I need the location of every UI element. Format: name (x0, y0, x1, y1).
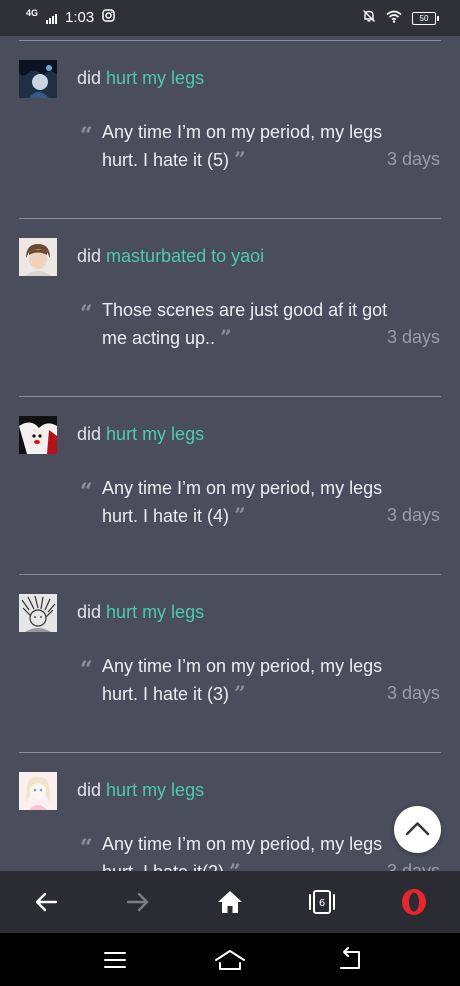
timestamp: 3 days (386, 149, 440, 169)
browser-bottom-bar: 6 (0, 871, 460, 933)
opera-logo-icon (402, 889, 426, 915)
activity-verb: did (77, 424, 102, 444)
activity-verb: did (77, 68, 102, 88)
quote-text: Any time I’m on my period, my legs hurt.… (102, 834, 383, 871)
activity-item: did hurt my legs “ Any time I’m on my pe… (0, 575, 460, 753)
quote-close-icon: ” (229, 859, 241, 871)
activity-link[interactable]: hurt my legs (106, 68, 204, 88)
activity-verb: did (77, 780, 102, 800)
quote-open-icon: “ (80, 835, 93, 861)
activity-item: did masturbated to yaoi “ Those scenes a… (0, 219, 460, 397)
opera-menu-button[interactable] (396, 884, 432, 920)
signal-icon (46, 12, 58, 24)
avatar[interactable] (19, 60, 57, 98)
timestamp: 3 days (386, 505, 440, 525)
quote-text: Those scenes are just good af it got me … (102, 300, 388, 348)
system-home-button[interactable] (212, 942, 248, 978)
quote-open-icon: “ (80, 479, 93, 505)
timestamp: 3 days (386, 683, 440, 703)
activity-title: did masturbated to yaoi (77, 246, 264, 267)
tab-count: 6 (319, 898, 325, 909)
back-button[interactable] (28, 884, 64, 920)
avatar[interactable] (19, 772, 57, 810)
home-outline-icon (215, 950, 245, 970)
activity-title: did hurt my legs (77, 424, 204, 445)
quote-close-icon: ” (234, 147, 246, 171)
activity-item: did hurt my legs “ Any time I’m on my pe… (0, 41, 460, 219)
tabs-button[interactable]: 6 (304, 884, 340, 920)
quote-text-wrap: Any time I’m on my period, my legs hurt.… (102, 119, 392, 174)
activity-verb: did (77, 602, 102, 622)
scroll-to-top-button[interactable] (394, 806, 441, 853)
tabs-icon: 6 (309, 890, 335, 914)
timestamp: 3 days (386, 327, 440, 347)
activity-title: did hurt my legs (77, 602, 204, 623)
activity-title: did hurt my legs (77, 68, 204, 89)
timestamp: 3 days (386, 861, 440, 871)
activity-link[interactable]: hurt my legs (106, 424, 204, 444)
quote-text-wrap: Any time I’m on my period, my legs hurt.… (102, 475, 392, 530)
battery-icon: 50 (412, 11, 439, 25)
home-icon (218, 891, 242, 913)
menu-icon (104, 952, 126, 968)
status-bar: 4G 1:03 50 (0, 0, 460, 36)
forward-arrow-icon (126, 892, 149, 912)
activity-link[interactable]: hurt my legs (106, 780, 204, 800)
quote-close-icon: ” (234, 681, 246, 705)
quote-text-wrap: Any time I’m on my period, my legs hurt.… (102, 653, 392, 708)
activity-feed[interactable]: did hurt my legs “ Any time I’m on my pe… (0, 36, 460, 871)
chevron-up-icon (405, 822, 430, 836)
avatar[interactable] (19, 594, 57, 632)
activity-title: did hurt my legs (77, 780, 204, 801)
avatar[interactable] (19, 238, 57, 276)
system-nav-bar (0, 933, 460, 986)
bell-muted-icon (362, 9, 376, 27)
quote-text-wrap: Those scenes are just good af it got me … (102, 297, 392, 352)
home-button[interactable] (212, 884, 248, 920)
back-icon (340, 947, 360, 969)
quote-open-icon: “ (80, 657, 93, 683)
quote-open-icon: “ (80, 123, 93, 149)
wifi-icon (386, 10, 402, 27)
system-back-button[interactable] (332, 942, 368, 978)
activity-item: did hurt my legs “ Any time I’m on my pe… (0, 397, 460, 575)
clock: 1:03 (65, 9, 95, 26)
activity-verb: did (77, 246, 102, 266)
activity-link[interactable]: masturbated to yaoi (106, 246, 264, 266)
forward-button[interactable] (120, 884, 156, 920)
avatar[interactable] (19, 416, 57, 454)
instagram-icon (102, 9, 115, 26)
activity-item: did hurt my legs “ Any time I’m on my pe… (0, 753, 460, 871)
system-menu-button[interactable] (97, 942, 133, 978)
quote-text-wrap: Any time I’m on my period, my legs hurt.… (102, 831, 392, 871)
back-arrow-icon (35, 892, 58, 912)
network-type: 4G (26, 8, 39, 18)
quote-open-icon: “ (80, 301, 93, 327)
quote-close-icon: ” (234, 503, 246, 527)
activity-link[interactable]: hurt my legs (106, 602, 204, 622)
quote-close-icon: ” (220, 325, 232, 349)
